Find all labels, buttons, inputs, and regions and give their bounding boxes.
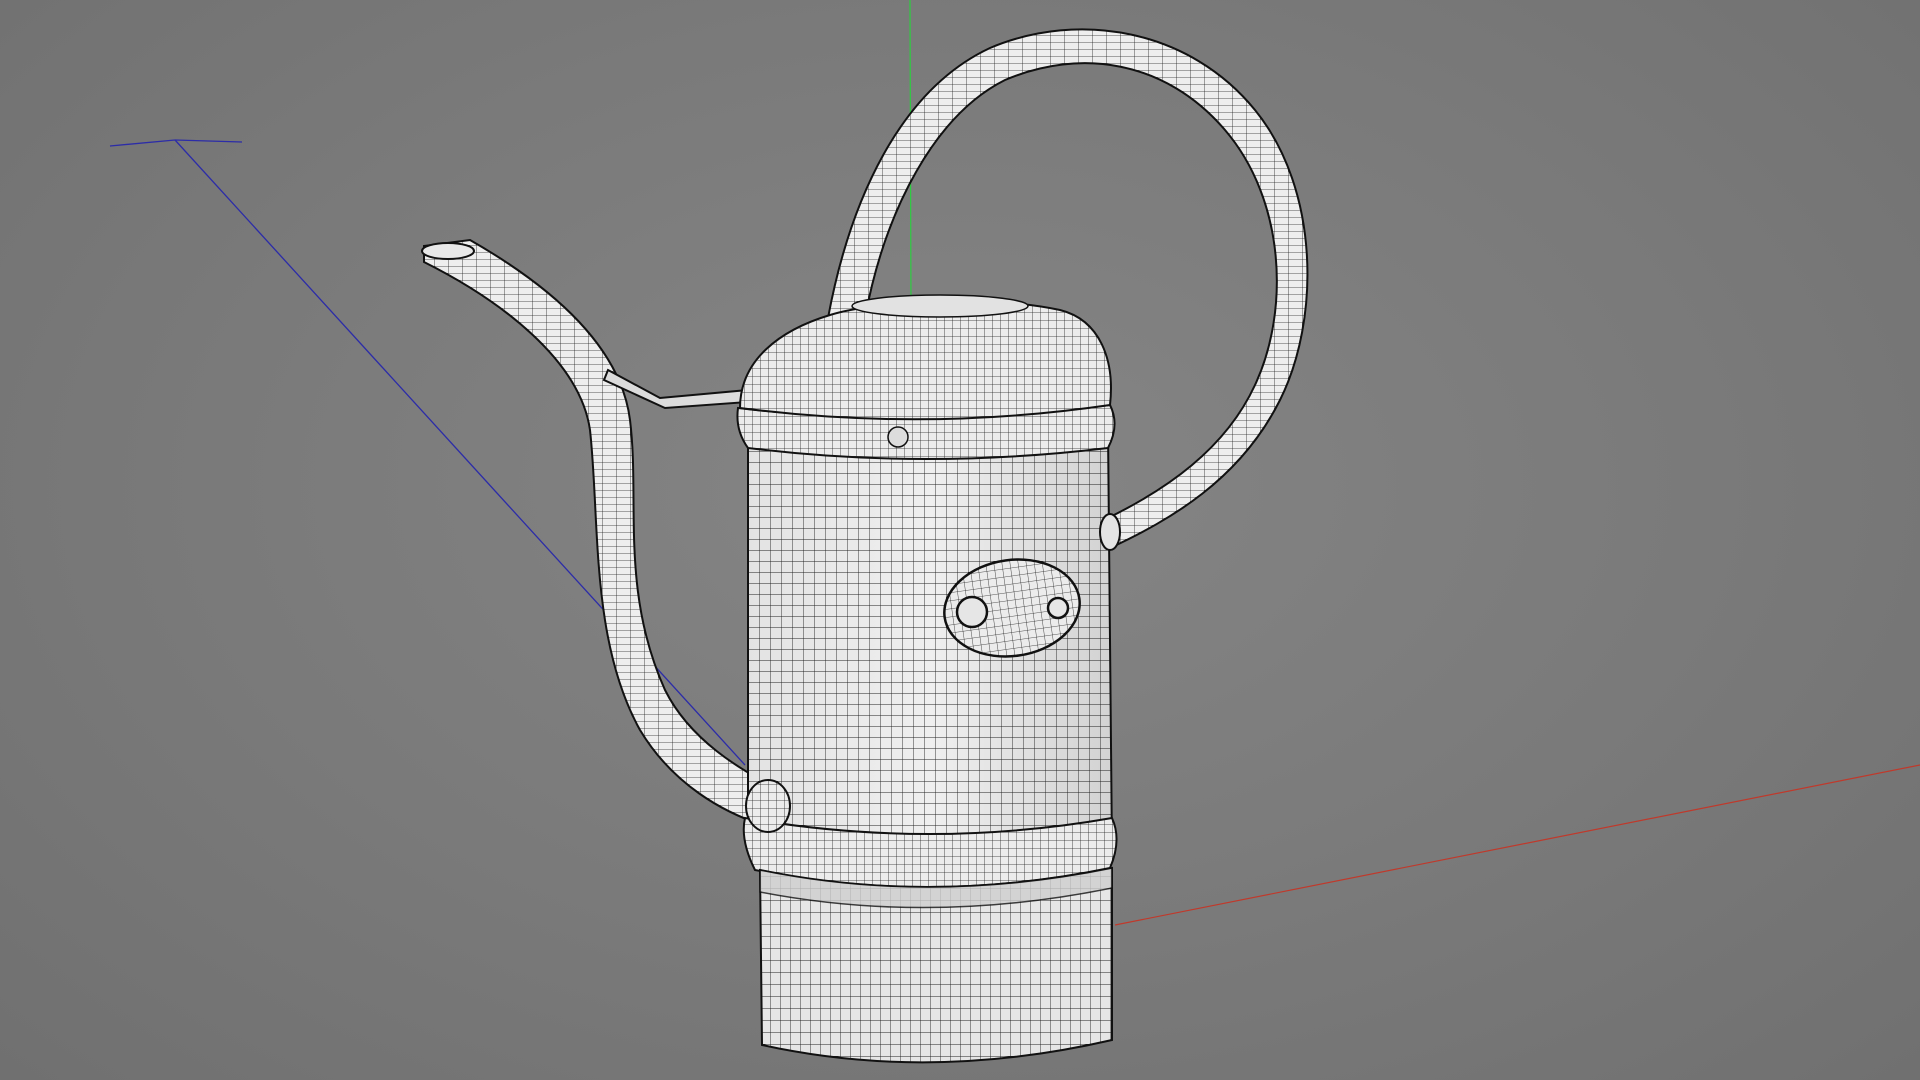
viewport-canvas[interactable] — [0, 0, 1920, 1080]
axis-x-line — [1114, 764, 1920, 926]
mesh-plate-bolt-left — [955, 595, 989, 629]
axis-z-tick-b — [174, 139, 243, 143]
axis-z-tick-a — [109, 139, 176, 147]
mesh-plate-bolt-right — [1046, 596, 1070, 620]
mesh-lid-top — [851, 294, 1029, 318]
mesh-watering-can[interactable] — [421, 28, 1309, 1064]
mesh-handle-joint — [1099, 513, 1121, 551]
mesh-spout-tip — [421, 242, 475, 260]
mesh-body-shading — [748, 430, 1112, 865]
mesh-lid-rivet — [887, 426, 909, 448]
mesh-spout-joint — [745, 779, 791, 833]
3d-viewport[interactable] — [0, 0, 1920, 1080]
mesh-spout[interactable] — [423, 238, 781, 832]
axis-z-line — [174, 139, 746, 766]
mesh-lid[interactable] — [738, 299, 1112, 421]
